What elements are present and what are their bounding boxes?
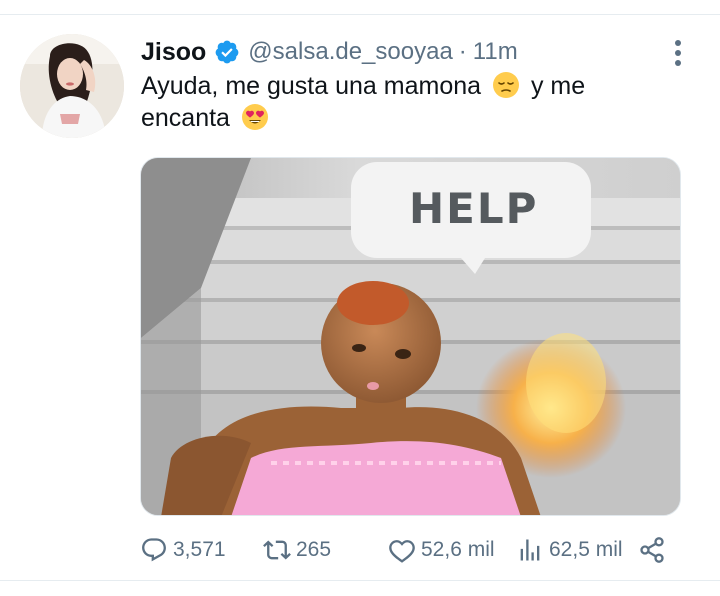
views-count: 62,5 mil bbox=[549, 538, 623, 561]
views-icon bbox=[520, 539, 540, 561]
more-vertical-icon[interactable] bbox=[666, 36, 690, 70]
author-name[interactable]: Jisoo bbox=[141, 38, 206, 67]
retweet-count: 265 bbox=[296, 538, 332, 561]
like-count: 52,6 mil bbox=[421, 538, 495, 561]
retweet-icon bbox=[263, 540, 291, 560]
reply-count: 3,571 bbox=[173, 538, 226, 561]
speech-bubble-text: HELP bbox=[409, 184, 539, 233]
bottom-divider bbox=[0, 580, 720, 581]
share-button[interactable] bbox=[638, 533, 671, 567]
pensive-face-emoji-icon bbox=[492, 71, 520, 99]
heart-icon bbox=[389, 540, 415, 563]
share-icon bbox=[640, 537, 664, 563]
tweet-time[interactable]: 11m bbox=[473, 38, 518, 66]
tweet-actions: 3,571 265 52,6 mil 62,5 mil bbox=[140, 533, 680, 567]
separator-dot: · bbox=[458, 38, 467, 65]
tweet-header: Jisoo @salsa.de_sooyaa · 11m bbox=[141, 36, 518, 68]
views-button[interactable]: 62,5 mil bbox=[516, 533, 623, 567]
reply-button[interactable]: 3,571 bbox=[140, 533, 226, 567]
top-divider bbox=[0, 14, 720, 15]
avatar[interactable] bbox=[20, 34, 124, 138]
like-button[interactable]: 52,6 mil bbox=[388, 533, 495, 567]
heart-eyes-emoji-icon bbox=[241, 103, 269, 131]
tweet-media-image[interactable]: HELP bbox=[140, 157, 681, 516]
author-handle[interactable]: @salsa.de_sooyaa bbox=[248, 38, 453, 66]
tweet-text-part1: Ayuda, me gusta una mamona bbox=[141, 72, 482, 100]
retweet-button[interactable]: 265 bbox=[263, 533, 331, 567]
reply-icon bbox=[142, 538, 166, 562]
verified-badge-icon bbox=[214, 39, 240, 65]
tweet-text: Ayuda, me gusta una mamona y me encanta bbox=[141, 70, 661, 134]
